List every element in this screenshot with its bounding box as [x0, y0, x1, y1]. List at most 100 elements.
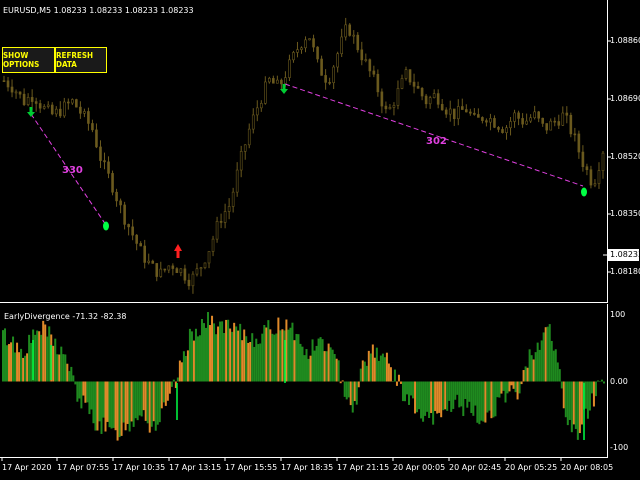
histogram-bar — [548, 324, 551, 382]
histogram-bar — [142, 381, 145, 411]
candle-body — [561, 112, 565, 126]
histogram-bar — [526, 367, 529, 382]
candle-body — [131, 226, 134, 236]
histogram-bar — [594, 381, 597, 397]
histogram-bar — [389, 367, 392, 382]
candle-body — [541, 117, 544, 124]
candle-body — [589, 169, 593, 186]
histogram-bar — [110, 381, 113, 429]
histogram-bar — [363, 361, 366, 382]
candle-body — [412, 81, 416, 87]
histogram-bar — [361, 360, 364, 382]
candle-body — [111, 173, 114, 193]
candle-body — [63, 101, 66, 117]
candle-body — [91, 123, 94, 131]
histogram-bar — [152, 381, 155, 422]
indicator-label-bottom: -100 — [610, 443, 629, 452]
candle-body — [316, 46, 319, 60]
candle-body — [593, 183, 597, 186]
histogram-bar — [315, 345, 318, 382]
time-label-3: 17 Apr 10:35 — [113, 463, 166, 472]
candle-body — [247, 128, 251, 146]
candle-body — [400, 78, 404, 89]
time-label-11: 20 Apr 08:05 — [561, 463, 614, 472]
histogram-bar — [568, 381, 571, 420]
candle-body — [440, 104, 444, 111]
refresh-data-button[interactable]: REFRESH DATA — [55, 47, 107, 73]
histogram-bar — [538, 349, 541, 382]
histogram-bar — [249, 342, 252, 382]
histogram-bar — [255, 338, 258, 382]
histogram-bar — [158, 381, 161, 423]
candle-body — [408, 69, 412, 83]
histogram-bar — [410, 381, 413, 396]
histogram-bar — [253, 346, 256, 382]
histogram-bar — [229, 328, 232, 382]
candle-body — [58, 108, 62, 117]
candle-body — [10, 86, 14, 93]
histogram-bar — [464, 381, 467, 399]
candle-body — [179, 268, 183, 273]
candle-body — [384, 105, 388, 110]
histogram-bar — [40, 334, 43, 382]
histogram-bar — [196, 336, 199, 382]
histogram-bar — [297, 334, 300, 382]
histogram-bar — [584, 381, 587, 409]
time-label-5: 17 Apr 15:55 — [225, 463, 278, 472]
histogram-bar — [112, 381, 115, 428]
histogram-bar — [359, 368, 362, 382]
histogram-bar — [42, 320, 45, 382]
histogram-bar — [184, 355, 187, 382]
histogram-bar — [468, 381, 471, 402]
histogram-bar — [307, 358, 310, 382]
histogram-bar — [178, 360, 181, 382]
histogram-bar — [460, 381, 463, 407]
histogram-bar — [472, 381, 475, 416]
histogram-bar — [211, 315, 214, 382]
candle-body — [54, 108, 58, 115]
candle-body — [211, 238, 215, 252]
histogram-bar — [28, 334, 31, 382]
histogram-bar — [192, 340, 195, 382]
show-options-button[interactable]: SHOW OPTIONS — [2, 47, 55, 73]
price-label-5: 1.08180 — [610, 267, 640, 276]
histogram-bar — [154, 381, 157, 431]
candle-body — [6, 80, 10, 88]
histogram-bar — [16, 342, 19, 382]
divergence-label-right: 302 — [426, 136, 447, 147]
time-label-7: 17 Apr 21:15 — [337, 463, 390, 472]
histogram-bar — [275, 333, 278, 382]
down-arrow-icon — [27, 107, 35, 117]
candle-body — [219, 221, 223, 223]
histogram-bar — [440, 381, 443, 418]
histogram-bar — [544, 327, 547, 382]
histogram-bar — [20, 348, 23, 382]
histogram-bar — [6, 345, 9, 382]
histogram-bar — [532, 359, 535, 382]
candle-body — [320, 58, 323, 76]
histogram-bar — [219, 321, 222, 382]
histogram-bar — [564, 381, 567, 418]
signal-dot-right — [581, 187, 587, 197]
histogram-bar — [418, 381, 421, 410]
histogram-bar — [406, 381, 409, 395]
histogram-bar — [4, 328, 7, 382]
histogram-bar — [341, 380, 344, 382]
histogram-bar — [572, 381, 575, 425]
histogram-bar — [492, 381, 495, 418]
histogram-bar — [502, 381, 505, 391]
histogram-bar — [164, 381, 167, 406]
histogram-bar — [600, 379, 603, 382]
histogram-bar — [132, 381, 135, 427]
candle-body — [460, 106, 464, 110]
histogram-bar — [92, 381, 95, 424]
candle-body — [255, 107, 259, 116]
candle-body — [537, 111, 540, 119]
indicator-label-zero: 0.00 — [610, 377, 628, 386]
histogram-bar — [243, 329, 246, 382]
histogram-bar — [518, 381, 521, 394]
histogram-bar — [516, 381, 519, 400]
histogram-bar — [458, 381, 461, 408]
histogram-bar — [194, 328, 197, 382]
current-price-label: 1.08233 — [608, 249, 640, 261]
